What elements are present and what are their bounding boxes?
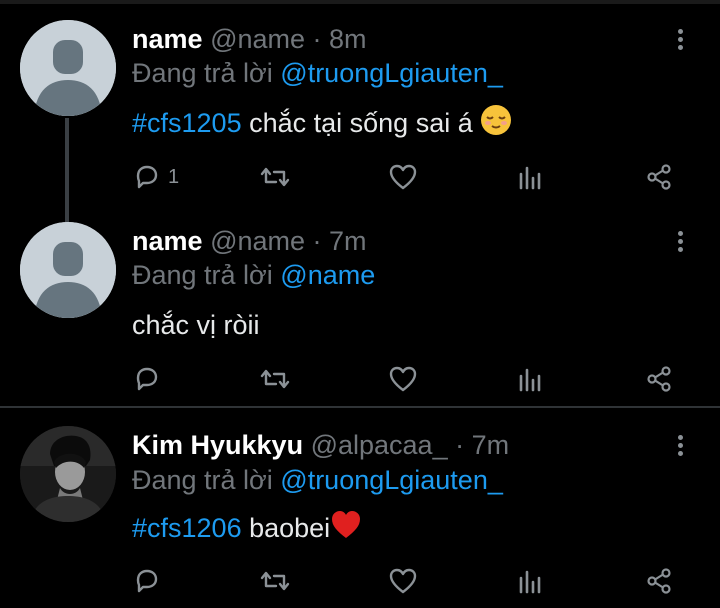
like-icon bbox=[389, 568, 417, 594]
reply-icon bbox=[136, 367, 158, 391]
tweet-actions bbox=[130, 564, 690, 598]
more-options-icon[interactable] bbox=[670, 432, 690, 462]
timestamp[interactable]: · 7m bbox=[455, 430, 509, 460]
timestamp[interactable]: · 8m bbox=[313, 24, 367, 54]
share-button[interactable] bbox=[644, 160, 674, 194]
tweet-body-text: chắc vị ròii bbox=[132, 310, 260, 340]
tweet-header: Kim Hyukkyu @alpacaa_ · 7m bbox=[132, 429, 509, 461]
reply-mention-link[interactable]: @name bbox=[280, 260, 375, 290]
tweet-text: #cfs1205 chắc tại sống sai á bbox=[132, 104, 512, 144]
tweet-actions bbox=[130, 362, 690, 396]
reply-context: Đang trả lời @name bbox=[132, 259, 375, 291]
views-icon bbox=[519, 368, 541, 392]
tweet-header: name @name · 8m bbox=[132, 23, 367, 55]
hashtag-link[interactable]: #cfs1205 bbox=[132, 108, 242, 138]
tweet-1[interactable]: name @name · 8m Đang trả lời @truongLgia… bbox=[0, 0, 720, 222]
share-button[interactable] bbox=[644, 564, 674, 598]
reply-button[interactable]: 1 bbox=[132, 160, 179, 194]
share-icon bbox=[647, 366, 671, 392]
default-avatar[interactable] bbox=[20, 20, 116, 116]
reply-prefix: Đang trả lời bbox=[132, 58, 273, 88]
retweet-icon bbox=[260, 167, 290, 187]
reply-mention-link[interactable]: @truongLgiauten_ bbox=[280, 465, 503, 495]
more-options-icon[interactable] bbox=[670, 26, 690, 56]
reply-mention-link[interactable]: @truongLgiauten_ bbox=[280, 58, 503, 88]
like-button[interactable] bbox=[387, 160, 419, 194]
user-handle[interactable]: @alpacaa_ bbox=[311, 430, 448, 460]
reply-button[interactable] bbox=[132, 362, 162, 396]
user-handle[interactable]: @name bbox=[210, 24, 305, 54]
display-name[interactable]: Kim Hyukkyu bbox=[132, 430, 303, 460]
retweet-icon bbox=[260, 369, 290, 389]
relieved-face-emoji-icon bbox=[480, 104, 512, 144]
tweet-body-text: baobei bbox=[241, 513, 331, 543]
share-button[interactable] bbox=[644, 362, 674, 396]
default-avatar[interactable] bbox=[20, 222, 116, 318]
more-options-icon[interactable] bbox=[670, 228, 690, 258]
reply-count: 1 bbox=[168, 165, 180, 188]
tweet-header: name @name · 7m bbox=[132, 225, 367, 257]
display-name[interactable]: name bbox=[132, 226, 203, 256]
reply-icon bbox=[136, 165, 158, 189]
reply-prefix: Đang trả lời bbox=[132, 465, 273, 495]
views-button[interactable] bbox=[517, 160, 545, 194]
retweet-button[interactable] bbox=[258, 564, 292, 598]
views-button[interactable] bbox=[517, 564, 545, 598]
timestamp[interactable]: · 7m bbox=[313, 226, 367, 256]
display-name[interactable]: name bbox=[132, 24, 203, 54]
like-icon bbox=[389, 366, 417, 392]
reply-context: Đang trả lời @truongLgiauten_ bbox=[132, 57, 503, 89]
like-button[interactable] bbox=[387, 564, 419, 598]
red-heart-emoji-icon bbox=[330, 509, 362, 549]
tweet-actions: 1 bbox=[130, 160, 690, 194]
retweet-icon bbox=[260, 571, 290, 591]
reply-context: Đang trả lời @truongLgiauten_ bbox=[132, 464, 503, 496]
thread-connector bbox=[65, 118, 69, 222]
tweet-2[interactable]: name @name · 7m Đang trả lời @name chắc … bbox=[0, 222, 720, 406]
tweet-text: #cfs1206 baobei bbox=[132, 509, 362, 549]
views-button[interactable] bbox=[517, 362, 545, 396]
reply-prefix: Đang trả lời bbox=[132, 260, 273, 290]
like-icon bbox=[389, 164, 417, 190]
like-button[interactable] bbox=[387, 362, 419, 396]
reply-icon bbox=[136, 569, 158, 593]
views-icon bbox=[519, 570, 541, 594]
user-avatar[interactable] bbox=[20, 426, 116, 522]
reply-button[interactable] bbox=[132, 564, 162, 598]
tweet-body-text: chắc tại sống sai á bbox=[241, 108, 473, 138]
tweet-text: chắc vị ròii bbox=[132, 308, 260, 342]
retweet-button[interactable] bbox=[258, 362, 292, 396]
retweet-button[interactable] bbox=[258, 160, 292, 194]
tweet-3[interactable]: Kim Hyukkyu @alpacaa_ · 7m Đang trả lời … bbox=[0, 408, 720, 608]
user-handle[interactable]: @name bbox=[210, 226, 305, 256]
views-icon bbox=[519, 166, 541, 190]
hashtag-link[interactable]: #cfs1206 bbox=[132, 513, 242, 543]
share-icon bbox=[647, 568, 671, 594]
share-icon bbox=[647, 164, 671, 190]
